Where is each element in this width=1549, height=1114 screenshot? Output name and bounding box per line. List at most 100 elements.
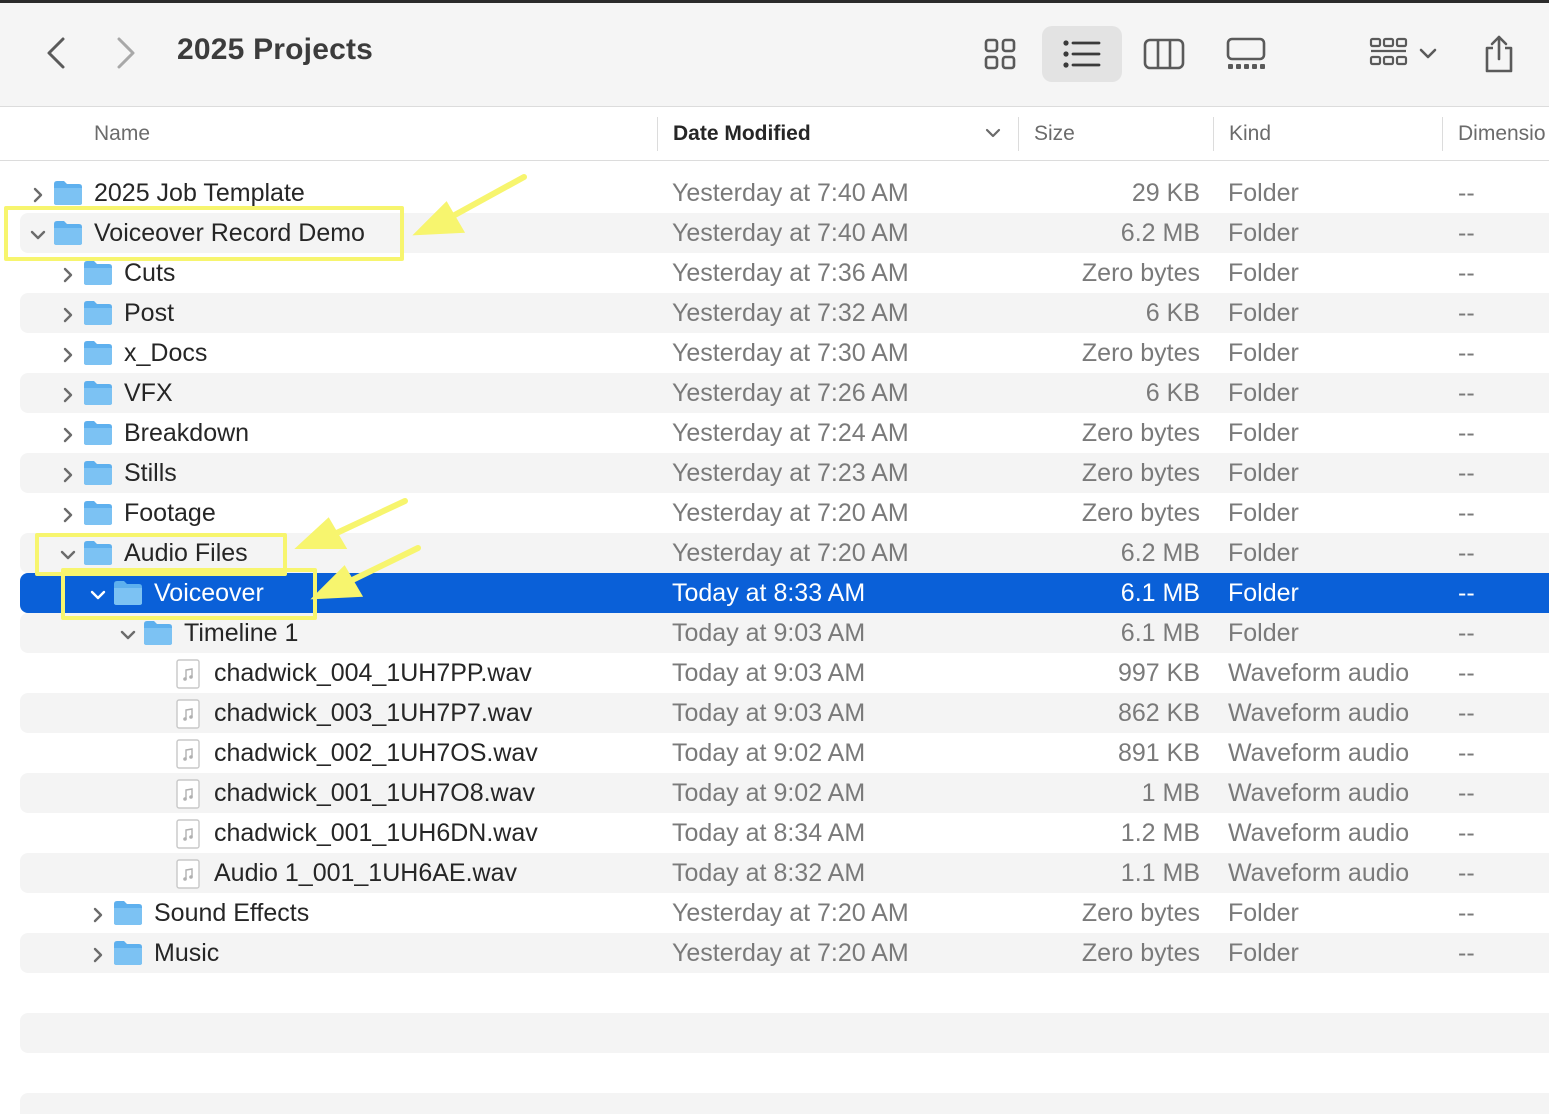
disclosure-collapsed-icon[interactable]: [58, 263, 78, 283]
disclosure-collapsed-icon[interactable]: [58, 343, 78, 363]
file-row[interactable]: chadwick_004_1UH7PP.wav Today at 9:03 AM 9…: [20, 653, 1549, 693]
item-size: 6.2 MB: [1120, 219, 1200, 247]
disclosure-expanded-icon[interactable]: [88, 583, 108, 603]
item-name: Stills: [124, 459, 177, 487]
disclosure-collapsed-icon[interactable]: [28, 183, 48, 203]
folder-row[interactable]: Voiceover Record Demo Yesterday at 7:40 A…: [20, 213, 1549, 253]
folder-row[interactable]: VFX Yesterday at 7:26 AM 6 KB Folder --: [20, 373, 1549, 413]
column-dimensions-header[interactable]: Dimensio: [1458, 107, 1546, 161]
column-divider[interactable]: [1442, 117, 1443, 151]
list-view-button[interactable]: [1042, 26, 1122, 82]
disclosure-expanded-icon[interactable]: [58, 543, 78, 563]
folder-row[interactable]: 2025 Job Template Yesterday at 7:40 AM 29 …: [20, 173, 1549, 213]
column-date-header[interactable]: Date Modified: [673, 107, 811, 161]
folder-row[interactable]: Music Yesterday at 7:20 AM Zero bytes Folde…: [20, 933, 1549, 973]
item-kind: Folder: [1228, 539, 1299, 567]
back-button[interactable]: [36, 30, 76, 76]
folder-row[interactable]: Footage Yesterday at 7:20 AM Zero bytes Fol…: [20, 493, 1549, 533]
column-size-header[interactable]: Size: [1034, 107, 1075, 161]
disclosure-collapsed-icon[interactable]: [58, 503, 78, 523]
folder-icon: [112, 899, 144, 927]
folder-row[interactable]: Sound Effects Yesterday at 7:20 AM Zero by…: [20, 893, 1549, 933]
item-name: VFX: [124, 379, 173, 407]
icon-view-icon: [984, 38, 1016, 70]
item-name: Audio 1_001_1UH6AE.wav: [214, 859, 517, 887]
disclosure-collapsed-icon[interactable]: [58, 303, 78, 323]
file-row[interactable]: chadwick_001_1UH6DN.wav Today at 8:34 AM 1…: [20, 813, 1549, 853]
item-kind: Folder: [1228, 459, 1299, 487]
group-by-button[interactable]: [1360, 26, 1446, 82]
file-row[interactable]: chadwick_001_1UH7O8.wav Today at 9:02 AM 1…: [20, 773, 1549, 813]
disclosure-expanded-icon[interactable]: [28, 223, 48, 243]
sort-descending-icon[interactable]: [984, 123, 1002, 145]
file-row[interactable]: Audio 1_001_1UH6AE.wav Today at 8:32 AM 1.…: [20, 853, 1549, 893]
item-kind: Folder: [1228, 939, 1299, 967]
item-dimensions: --: [1458, 739, 1475, 767]
item-kind: Folder: [1228, 339, 1299, 367]
audio-file-icon: [174, 779, 206, 809]
item-kind: Folder: [1228, 259, 1299, 287]
audio-file-icon: [174, 819, 206, 849]
column-divider[interactable]: [657, 117, 658, 151]
item-name: Music: [154, 939, 220, 967]
folder-icon: [112, 939, 144, 967]
column-divider[interactable]: [1018, 117, 1019, 151]
folder-row[interactable]: Voiceover Today at 8:33 AM 6.1 MB Folder --: [20, 573, 1549, 613]
item-size: 6.1 MB: [1120, 619, 1200, 647]
item-name: chadwick_001_1UH7O8.wav: [214, 779, 536, 807]
item-size: Zero bytes: [1081, 419, 1200, 447]
item-name: Cuts: [124, 259, 176, 287]
item-size: Zero bytes: [1081, 339, 1200, 367]
disclosure-collapsed-icon[interactable]: [58, 383, 78, 403]
folder-icon: [112, 579, 144, 607]
item-size: 1 MB: [1141, 779, 1200, 807]
disclosure-collapsed-icon[interactable]: [88, 943, 108, 963]
gallery-view-button[interactable]: [1214, 26, 1278, 82]
icon-view-button[interactable]: [972, 26, 1028, 82]
chevron-down-icon: [1419, 48, 1437, 59]
item-dimensions: --: [1458, 419, 1475, 447]
folder-row[interactable]: Cuts Yesterday at 7:36 AM Zero bytes Folder…: [20, 253, 1549, 293]
item-name: Footage: [124, 499, 216, 527]
toolbar: 2025 Projects: [0, 0, 1549, 107]
item-size: Zero bytes: [1081, 899, 1200, 927]
chevron-right-icon: [117, 37, 135, 69]
item-dimensions: --: [1458, 299, 1475, 327]
item-date: Yesterday at 7:23 AM: [672, 459, 909, 487]
column-kind-header[interactable]: Kind: [1229, 107, 1271, 161]
folder-row[interactable]: Stills Yesterday at 7:23 AM Zero bytes Fold…: [20, 453, 1549, 493]
folder-icon: [82, 299, 114, 327]
forward-button[interactable]: [106, 30, 146, 76]
item-kind: Folder: [1228, 219, 1299, 247]
folder-row[interactable]: x_Docs Yesterday at 7:30 AM Zero bytes Fold…: [20, 333, 1549, 373]
column-view-button[interactable]: [1136, 26, 1192, 82]
share-icon: [1485, 35, 1513, 73]
item-kind: Waveform audio: [1228, 819, 1410, 847]
folder-row[interactable]: Timeline 1 Today at 9:03 AM 6.1 MB Folder --: [20, 613, 1549, 653]
disclosure-collapsed-icon[interactable]: [58, 423, 78, 443]
file-row[interactable]: chadwick_003_1UH7P7.wav Today at 9:03 AM 8…: [20, 693, 1549, 733]
column-name-header[interactable]: Name: [94, 107, 150, 161]
share-button[interactable]: [1476, 26, 1522, 82]
folder-row[interactable]: Breakdown Yesterday at 7:24 AM Zero bytes F…: [20, 413, 1549, 453]
item-kind: Waveform audio: [1228, 779, 1410, 807]
item-kind: Folder: [1228, 899, 1299, 927]
item-dimensions: --: [1458, 859, 1475, 887]
item-date: Yesterday at 7:26 AM: [672, 379, 909, 407]
disclosure-collapsed-icon[interactable]: [58, 463, 78, 483]
file-row[interactable]: chadwick_002_1UH7OS.wav Today at 9:02 AM 8…: [20, 733, 1549, 773]
disclosure-expanded-icon[interactable]: [118, 623, 138, 643]
column-divider[interactable]: [1213, 117, 1214, 151]
item-size: 6.1 MB: [1120, 579, 1200, 607]
folder-row[interactable]: Audio Files Yesterday at 7:20 AM 6.2 MB Fol…: [20, 533, 1549, 573]
item-dimensions: --: [1458, 819, 1475, 847]
disclosure-collapsed-icon[interactable]: [88, 903, 108, 923]
folder-row[interactable]: Post Yesterday at 7:32 AM 6 KB Folder --: [20, 293, 1549, 333]
item-name: chadwick_001_1UH6DN.wav: [214, 819, 538, 847]
item-size: 1.2 MB: [1120, 819, 1200, 847]
item-date: Yesterday at 7:20 AM: [672, 539, 909, 567]
empty-row: [20, 1093, 1549, 1114]
item-date: Today at 8:34 AM: [672, 819, 866, 847]
item-date: Today at 9:03 AM: [672, 619, 866, 647]
item-dimensions: --: [1458, 219, 1475, 247]
